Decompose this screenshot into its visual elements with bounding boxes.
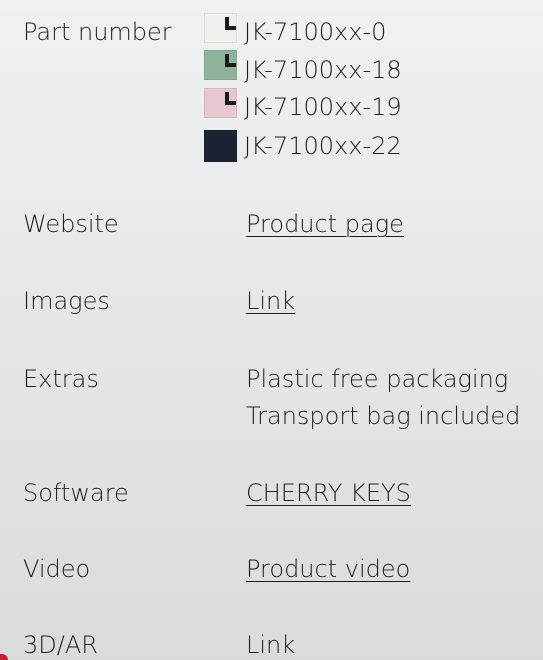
images-link[interactable]: Link: [246, 286, 295, 316]
swatch-variant-19: [204, 88, 237, 118]
product-video-link[interactable]: Product video: [246, 554, 410, 584]
website-label: Website: [23, 210, 119, 238]
extras-label: Extras: [23, 365, 99, 393]
keycap-corner-icon: [225, 17, 236, 30]
part-code-18: JK-7100xx-18: [244, 56, 402, 84]
images-label: Images: [23, 287, 110, 315]
ar-label: 3D/AR: [23, 631, 98, 659]
part-code-19: JK-7100xx-19: [244, 93, 402, 121]
swatch-variant-0: [204, 13, 237, 43]
extras-line-1: Plastic free packaging: [246, 365, 509, 393]
keycap-corner-icon: [225, 54, 236, 67]
product-page-link[interactable]: Product page: [246, 209, 404, 239]
red-corner-accent: [0, 654, 8, 660]
part-code-22: JK-7100xx-22: [244, 132, 402, 160]
ar-link[interactable]: Link: [246, 630, 295, 660]
cherry-keys-link[interactable]: CHERRY KEYS: [246, 478, 411, 508]
software-label: Software: [23, 479, 129, 507]
part-code-0: JK-7100xx-0: [244, 18, 387, 46]
keycap-corner-icon: [225, 92, 236, 105]
swatch-variant-18: [204, 50, 237, 80]
extras-line-2: Transport bag included: [246, 402, 521, 430]
video-label: Video: [23, 555, 91, 583]
swatch-variant-22: [204, 130, 237, 162]
part-number-label: Part number: [23, 18, 172, 46]
